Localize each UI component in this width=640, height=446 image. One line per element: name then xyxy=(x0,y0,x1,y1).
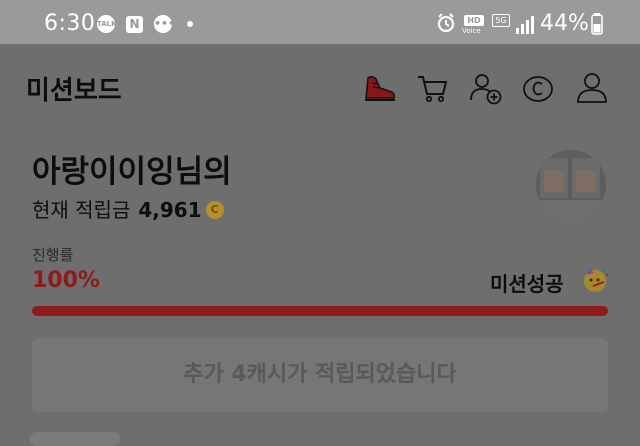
naver-icon: N xyxy=(126,16,143,33)
user-greeting: 아랑이이잉님의 xyxy=(32,154,232,190)
cart-icon[interactable] xyxy=(414,70,450,106)
avatar-image xyxy=(536,150,606,220)
points-row: 현재 적립금 4,961 C xyxy=(32,194,224,223)
hd-voice-badge: HD xyxy=(464,15,484,26)
status-bar: 6:30 TALK N ••• HD Voice 5G 44% xyxy=(0,0,640,44)
progress-label: 진행률 xyxy=(32,246,74,264)
network-5g-badge: 5G xyxy=(492,14,510,27)
more-notifications-dot xyxy=(187,21,193,27)
kakaotalk-icon: TALK xyxy=(97,15,117,33)
bonus-cash-button[interactable]: 추가 4캐시가 적립되었습니다 xyxy=(32,338,608,412)
signal-icon xyxy=(516,16,534,34)
progress-percent: 100% xyxy=(32,268,100,293)
message-icon: ••• xyxy=(154,15,175,33)
next-section-peek xyxy=(30,432,120,446)
sneaker-icon[interactable] xyxy=(362,70,398,106)
page-title: 미션보드 xyxy=(26,76,122,106)
profile-icon[interactable] xyxy=(574,70,610,106)
avatar[interactable] xyxy=(536,150,606,220)
party-face-icon xyxy=(584,268,609,292)
progress-bar xyxy=(32,306,608,316)
alarm-icon xyxy=(437,13,455,33)
points-value: 4,961 xyxy=(138,198,202,222)
add-user-icon[interactable] xyxy=(468,70,504,106)
coin-icon: C xyxy=(205,200,224,219)
voice-label: Voice xyxy=(462,27,481,35)
status-time: 6:30 xyxy=(44,11,96,36)
progress-bar-fill xyxy=(32,306,608,316)
points-label: 현재 적립금 xyxy=(32,198,131,222)
battery-percent: 44% xyxy=(540,11,589,36)
cash-c-icon[interactable] xyxy=(520,70,556,106)
battery-icon xyxy=(591,13,603,35)
mission-status: 미션성공 xyxy=(490,272,564,296)
